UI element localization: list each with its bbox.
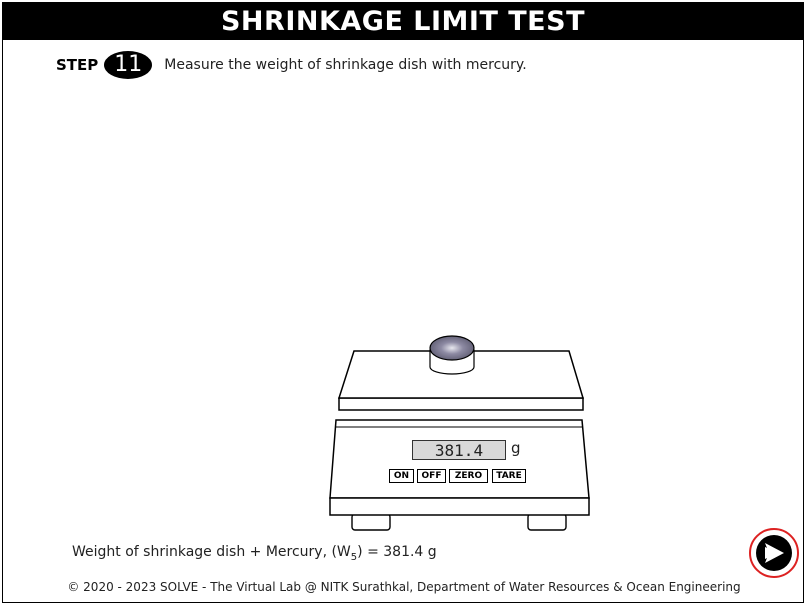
- scale-foot-right: [527, 513, 567, 531]
- scale-foot-left: [351, 513, 391, 531]
- footer-credits: © 2020 - 2023 SOLVE - The Virtual Lab @ …: [67, 580, 741, 594]
- next-step-button[interactable]: [749, 528, 799, 578]
- result-prefix: Weight of shrinkage dish + Mercury, (W: [72, 544, 351, 560]
- next-arrow-icon: [756, 535, 792, 571]
- step-row: STEP 11 Measure the weight of shrinkage …: [56, 50, 527, 80]
- scale-base-strip: [329, 497, 590, 516]
- scale-off-button[interactable]: OFF: [417, 469, 446, 483]
- mercury-surface: [429, 335, 475, 361]
- page-title: SHRINKAGE LIMIT TEST: [3, 3, 803, 40]
- step-instruction: Measure the weight of shrinkage dish wit…: [164, 57, 527, 73]
- result-text: Weight of shrinkage dish + Mercury, (W5)…: [72, 544, 437, 563]
- scale-weight-display: 381.4: [412, 440, 506, 460]
- step-number-badge: 11: [104, 51, 153, 79]
- weighing-scale: [329, 335, 590, 531]
- scale-on-button[interactable]: ON: [389, 469, 414, 483]
- result-suffix: ) = 381.4 g: [357, 544, 437, 560]
- scale-weight-unit: g: [511, 439, 521, 457]
- scale-zero-button[interactable]: ZERO: [449, 469, 488, 483]
- scale-pan-edge: [338, 397, 584, 411]
- step-label: STEP: [56, 56, 99, 74]
- scale-tare-button[interactable]: TARE: [492, 469, 526, 483]
